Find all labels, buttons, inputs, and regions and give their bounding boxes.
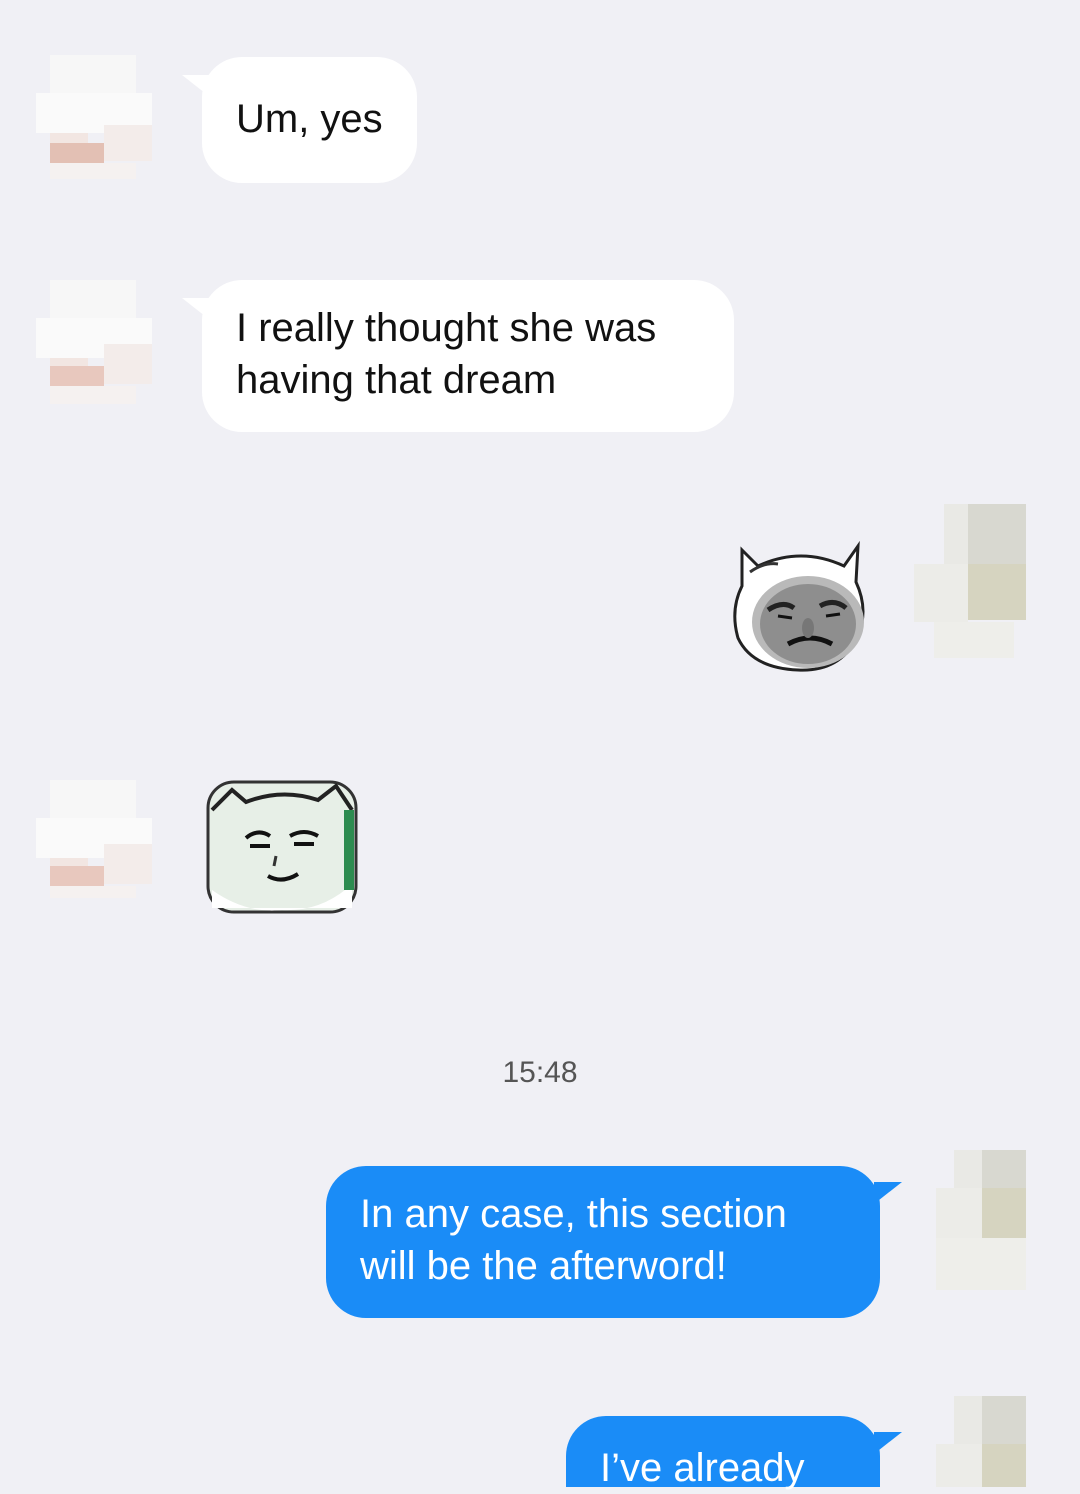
my-avatar[interactable] [914, 1396, 1054, 1487]
message-bubble[interactable]: In any case, this section will be the af… [326, 1166, 880, 1318]
message-bubble[interactable]: Um, yes [202, 57, 417, 183]
message-text-line: having that dream [236, 358, 557, 402]
message-text-line: I’ve already [600, 1446, 805, 1490]
message-text-line: I really thought she was [236, 306, 657, 350]
timestamp: 15:48 [502, 1056, 578, 1089]
contact-avatar[interactable] [36, 280, 152, 410]
contact-avatar[interactable] [36, 780, 152, 910]
message-bubble[interactable]: I really thought she was having that dre… [202, 280, 734, 432]
message-text-line: In any case, this section [360, 1192, 787, 1236]
awkward-face-sticker[interactable] [206, 780, 358, 914]
squinting-face-sticker[interactable] [728, 532, 874, 674]
my-avatar[interactable] [914, 1150, 1054, 1305]
message-text: Um, yes [236, 97, 383, 141]
contact-avatar[interactable] [36, 55, 152, 185]
message-text-line: will be the afterword! [360, 1244, 727, 1288]
message-bubble[interactable]: I’ve already [566, 1416, 880, 1490]
my-avatar[interactable] [914, 504, 1054, 659]
